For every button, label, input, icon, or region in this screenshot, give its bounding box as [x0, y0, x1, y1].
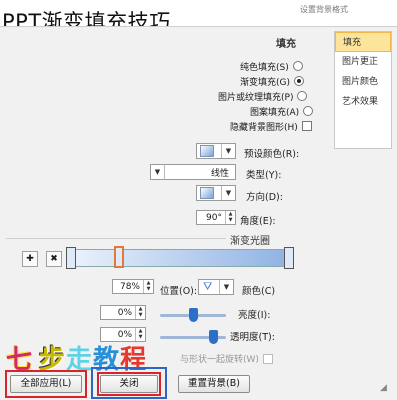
add-stop-icon[interactable]: ✚ — [22, 251, 38, 267]
hide-bg-graphics-option[interactable]: 隐藏背景图形(H) — [230, 119, 312, 133]
position-label: 位置(O): — [160, 286, 198, 297]
angle-label: 角度(E): — [240, 216, 276, 227]
rotate-with-shape-label: 与形状一起旋转(W) — [180, 355, 259, 365]
gradient-fill-label: 渐变填充(G) — [240, 77, 290, 88]
gradient-stops-bar[interactable] — [72, 249, 290, 267]
category-list: 填充 图片更正 图片颜色 艺术效果 — [334, 31, 392, 149]
brightness-slider-thumb[interactable] — [189, 308, 198, 322]
solid-fill-label: 纯色填充(S) — [240, 62, 289, 73]
hide-bg-graphics-label: 隐藏背景图形(H) — [230, 122, 298, 133]
reset-background-button[interactable]: 重置背景(B) — [178, 375, 250, 393]
solid-fill-radio[interactable] — [292, 61, 303, 71]
color-label: 颜色(C) — [242, 286, 276, 297]
position-value: 78% — [119, 281, 140, 292]
brightness-label: 亮度(I): — [238, 310, 271, 321]
stop-color-dropdown[interactable]: ⛛ ▼ — [198, 279, 234, 295]
position-spinner[interactable]: 78% ▲ ▼ — [112, 279, 154, 294]
highlight-box — [5, 370, 87, 398]
solid-fill-option[interactable]: 纯色填充(S) — [240, 59, 303, 73]
transparency-value: 0% — [117, 329, 132, 340]
preset-colors-label: 预设颜色(R): — [244, 149, 300, 160]
transparency-label: 透明度(T): — [230, 332, 275, 343]
pattern-fill-radio[interactable] — [303, 106, 314, 116]
hide-bg-graphics-checkbox[interactable] — [301, 121, 312, 131]
chevron-down-icon: ▼ — [219, 280, 233, 294]
format-background-dialog: 填充 图片更正 图片颜色 艺术效果 填充 纯色填充(S) 渐变填充(G) 图片或… — [0, 26, 397, 400]
direction-swatch — [200, 187, 214, 199]
preset-colors-dropdown[interactable]: ▼ — [196, 143, 236, 159]
spin-arrows-icon[interactable]: ▲ ▼ — [225, 211, 235, 224]
highlight-box — [91, 367, 167, 399]
category-picture-color[interactable]: 图片颜色 — [335, 72, 391, 92]
angle-spinner[interactable]: 90° ▲ ▼ — [196, 210, 236, 225]
pattern-fill-option[interactable]: 图案填充(A) — [250, 104, 314, 118]
window-caption: 设置背景格式 — [300, 5, 348, 14]
direction-dropdown[interactable]: ▼ — [196, 185, 236, 201]
picture-fill-label: 图片或纹理填充(P) — [218, 92, 294, 103]
brightness-value: 0% — [117, 307, 132, 318]
type-value: 线性 — [211, 168, 230, 179]
picture-fill-radio[interactable] — [297, 91, 308, 101]
paint-bucket-icon: ⛛ — [203, 280, 213, 293]
brightness-spinner[interactable]: 0% ▲ ▼ — [100, 305, 146, 320]
gradient-stops-label: 渐变光圈 — [230, 236, 270, 247]
category-artistic-effects[interactable]: 艺术效果 — [335, 92, 391, 112]
direction-label: 方向(D): — [246, 192, 283, 203]
divider — [6, 238, 226, 239]
type-dropdown[interactable]: ▼ 线性 — [150, 164, 236, 180]
chevron-down-icon: ▼ — [151, 165, 165, 179]
category-picture-corrections[interactable]: 图片更正 — [335, 52, 391, 72]
angle-value: 90° — [206, 212, 222, 223]
remove-stop-icon[interactable]: ✖ — [46, 251, 62, 267]
rotate-with-shape-checkbox[interactable] — [262, 353, 273, 364]
gradient-stop-right[interactable] — [284, 247, 294, 269]
gradient-stop-selected[interactable] — [114, 246, 124, 268]
spin-arrows-icon[interactable]: ▲ ▼ — [143, 280, 153, 293]
chevron-down-icon: ▼ — [221, 186, 235, 200]
type-label: 类型(Y): — [246, 170, 282, 181]
gradient-stop-left[interactable] — [66, 247, 76, 269]
category-fill[interactable]: 填充 — [335, 32, 391, 52]
chevron-down-icon: ▼ — [221, 144, 235, 158]
resize-grip-icon[interactable]: ◢ — [380, 383, 387, 393]
gradient-fill-option[interactable]: 渐变填充(G) — [240, 74, 304, 88]
transparency-slider-thumb[interactable] — [208, 330, 218, 344]
fill-section-label: 填充 — [276, 39, 296, 50]
pattern-fill-label: 图案填充(A) — [250, 107, 300, 118]
gradient-fill-radio[interactable] — [294, 76, 304, 86]
rotate-with-shape-option[interactable]: 与形状一起旋转(W) — [180, 352, 273, 365]
spin-arrows-icon[interactable]: ▲ ▼ — [135, 306, 145, 319]
picture-fill-option[interactable]: 图片或纹理填充(P) — [218, 89, 308, 103]
preset-swatch — [200, 145, 214, 157]
